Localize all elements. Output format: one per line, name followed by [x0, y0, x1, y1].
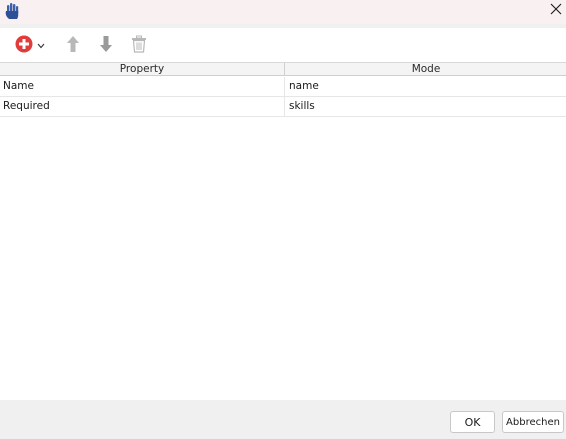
- ok-button[interactable]: OK: [450, 411, 495, 433]
- delete-button[interactable]: [130, 35, 148, 55]
- move-up-button[interactable]: [64, 35, 82, 55]
- column-header-property[interactable]: Property: [0, 63, 285, 76]
- table-row[interactable]: Name name: [0, 77, 566, 97]
- cell-property[interactable]: Required: [0, 97, 285, 116]
- chevron-down-icon[interactable]: [37, 39, 45, 52]
- arrow-down-icon: [99, 35, 113, 56]
- arrow-up-icon: [66, 35, 80, 56]
- property-table: Property Mode Name name Required skills: [0, 62, 566, 400]
- plus-circle-icon: [14, 34, 34, 57]
- add-button[interactable]: [12, 35, 46, 55]
- table-row[interactable]: Required skills: [0, 97, 566, 117]
- cell-property[interactable]: Name: [0, 77, 285, 96]
- cell-mode[interactable]: name: [286, 77, 566, 96]
- trash-icon: [131, 35, 147, 56]
- column-header-mode[interactable]: Mode: [286, 63, 566, 76]
- dialog-footer: OK Abbrechen: [0, 400, 566, 439]
- move-down-button[interactable]: [97, 35, 115, 55]
- title-bar: [0, 0, 566, 24]
- hand-icon: [4, 2, 20, 20]
- dialog-window: Property Mode Name name Required skills …: [0, 0, 566, 439]
- table-header: Property Mode: [0, 63, 566, 76]
- close-icon: [550, 3, 562, 18]
- toolbar: [0, 28, 566, 62]
- cell-mode[interactable]: skills: [286, 97, 566, 116]
- close-button[interactable]: [546, 0, 566, 20]
- cancel-button[interactable]: Abbrechen: [502, 411, 564, 433]
